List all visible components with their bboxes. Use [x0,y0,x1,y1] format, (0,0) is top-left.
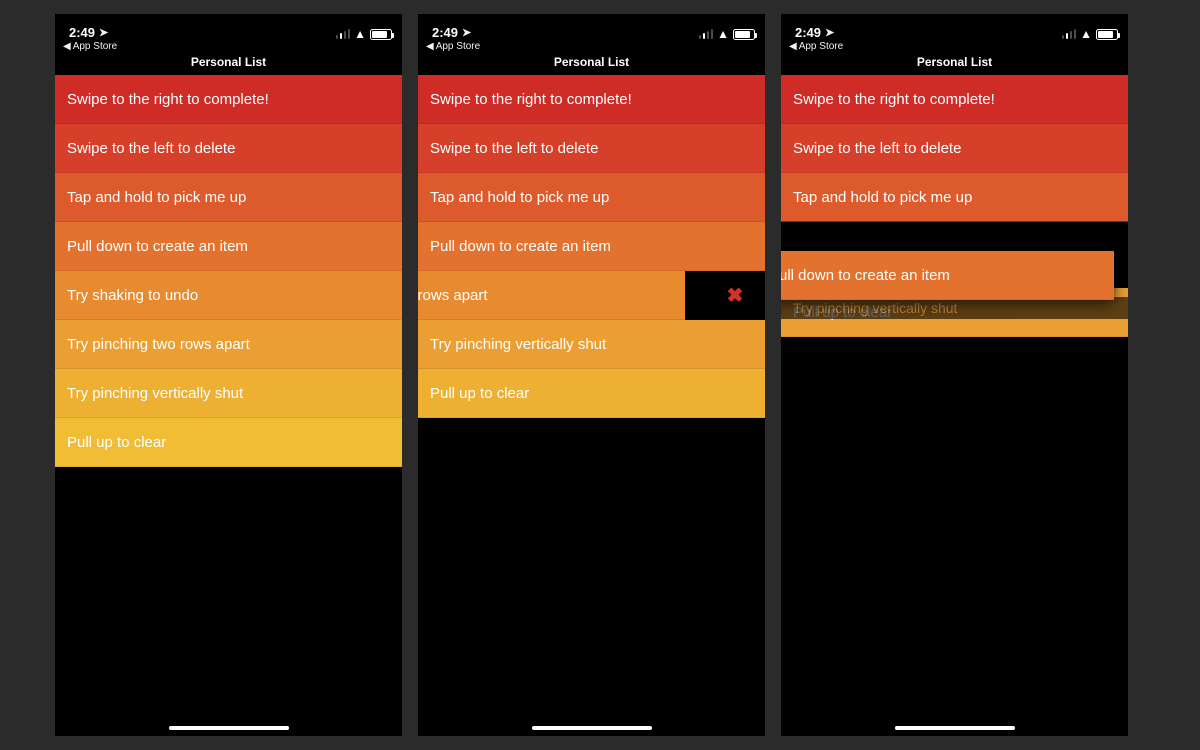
list-item-ghost: Try pinching vertically shut [781,297,1128,319]
list-item[interactable]: Tap and hold to pick me up [418,173,765,222]
list-item[interactable]: Swipe to the left to delete [55,124,402,173]
list-item[interactable]: Swipe to the left to delete [781,124,1128,173]
list-item[interactable]: Try pinching two rows apart [55,320,402,369]
status-time: 2:49 [432,25,458,40]
wifi-icon: ▲ [1080,28,1092,40]
back-label: App Store [73,41,117,52]
back-to-app-store[interactable]: ◀ App Store [781,40,1128,52]
list-item[interactable]: Swipe to the right to complete! [781,75,1128,124]
back-to-app-store[interactable]: ◀ App Store [55,40,402,52]
home-indicator[interactable] [895,726,1015,730]
phone-2: 2:49 ➤ ▲ ◀ App Store Personal List Swipe… [418,14,765,736]
page-title: Personal List [781,52,1128,75]
chevron-left-icon: ◀ [789,41,797,52]
list-item[interactable]: Try pinching vertically shut [55,369,402,418]
list-item[interactable]: Try shaking to undo [55,271,402,320]
battery-icon [1096,29,1118,40]
list-item[interactable]: Tap and hold to pick me up [781,173,1128,222]
delete-button[interactable]: ✖ [705,271,765,320]
list-item[interactable]: Swipe to the left to delete [418,124,765,173]
location-arrow-icon: ➤ [462,26,471,39]
back-label: App Store [436,41,480,52]
list-item[interactable]: ching two rows apart [418,271,685,320]
three-phone-layout: 2:49 ➤ ▲ ◀ App Store Personal List Swipe… [0,0,1200,750]
swiping-row[interactable]: ching two rows apart ✖ [418,271,765,320]
phone-1: 2:49 ➤ ▲ ◀ App Store Personal List Swipe… [55,14,402,736]
list-item[interactable]: Pull up to clear [55,418,402,467]
list-item[interactable]: Pull down to create an item [418,222,765,271]
task-list[interactable]: Swipe to the right to complete! Swipe to… [418,75,765,418]
phone-3: 2:49 ➤ ▲ ◀ App Store Personal List Swipe… [781,14,1128,736]
cell-signal-icon [336,29,351,39]
location-arrow-icon: ➤ [825,26,834,39]
status-bar: 2:49 ➤ ▲ [781,14,1128,40]
list-item[interactable]: Pull up to clear [418,369,765,418]
wifi-icon: ▲ [354,28,366,40]
cell-signal-icon [1062,29,1077,39]
page-title: Personal List [55,52,402,75]
status-time: 2:49 [69,25,95,40]
status-time: 2:49 [795,25,821,40]
page-title: Personal List [418,52,765,75]
cell-signal-icon [699,29,714,39]
wifi-icon: ▲ [717,28,729,40]
chevron-left-icon: ◀ [63,41,71,52]
home-indicator[interactable] [532,726,652,730]
status-bar: 2:49 ➤ ▲ [55,14,402,40]
home-indicator[interactable] [169,726,289,730]
back-label: App Store [799,41,843,52]
list-item[interactable]: Tap and hold to pick me up [55,173,402,222]
task-list[interactable]: Swipe to the right to complete! Swipe to… [781,75,1128,635]
chevron-left-icon: ◀ [426,41,434,52]
battery-icon [733,29,755,40]
list-item[interactable]: Pull down to create an item [55,222,402,271]
status-bar: 2:49 ➤ ▲ [418,14,765,40]
close-icon: ✖ [727,283,744,308]
reorder-gap [781,222,1128,239]
list-item-dragging[interactable]: ull down to create an item [781,251,1114,300]
battery-icon [370,29,392,40]
back-to-app-store[interactable]: ◀ App Store [418,40,765,52]
location-arrow-icon: ➤ [99,26,108,39]
list-item[interactable]: Swipe to the right to complete! [55,75,402,124]
list-item[interactable]: Try pinching vertically shut [418,320,765,369]
task-list[interactable]: Swipe to the right to complete! Swipe to… [55,75,402,467]
list-item[interactable]: Swipe to the right to complete! [418,75,765,124]
